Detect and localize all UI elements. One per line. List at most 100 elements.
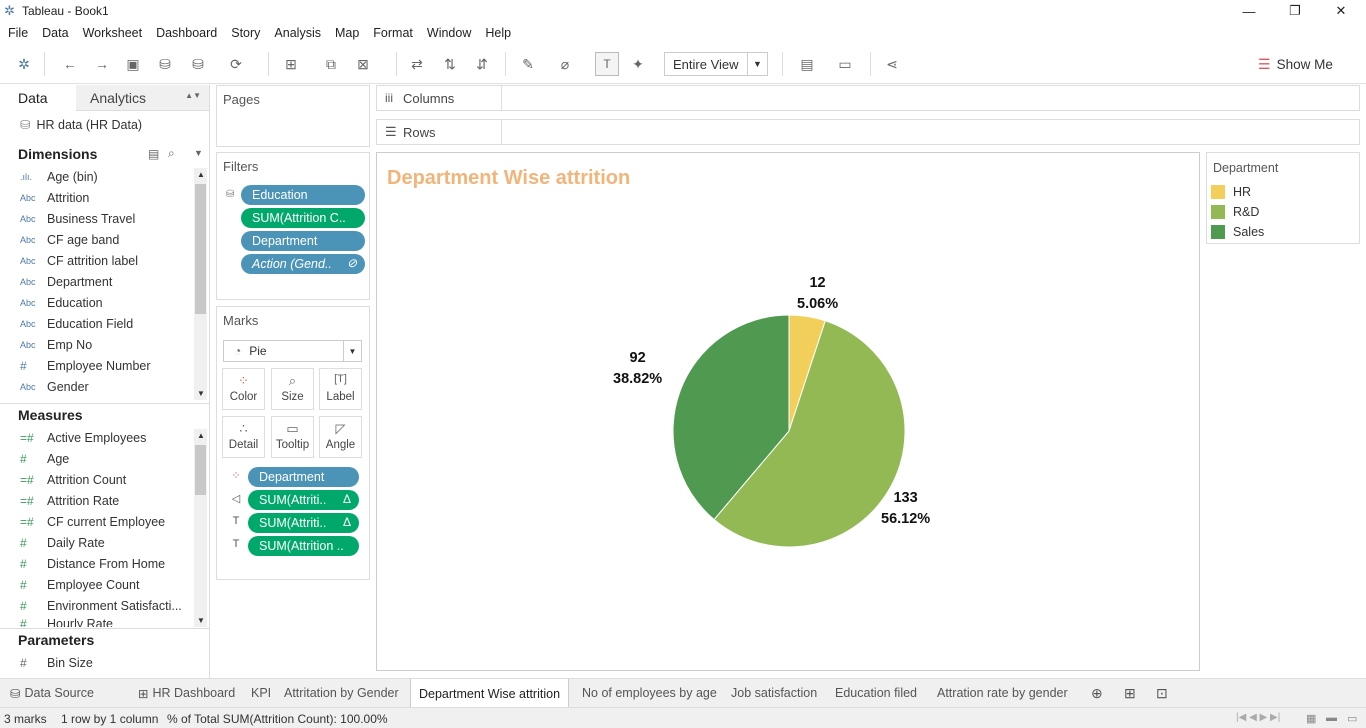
pause-updates-icon[interactable]: ⛁ [186, 52, 210, 76]
show-me-button[interactable]: ☰ Show Me [1258, 52, 1358, 76]
tab-data[interactable]: Data [0, 85, 76, 111]
new-worksheet-icon[interactable]: ⊞ [279, 52, 303, 76]
tab-attration-rate-by-gender[interactable]: Attration rate by gender [929, 679, 1076, 707]
rows-shelf[interactable]: ☰ Rows [376, 119, 1360, 145]
menu-analysis[interactable]: Analysis [274, 26, 329, 40]
marks-pill-sum-attrition-label[interactable]: SUM(Attriti.. Δ [248, 513, 359, 533]
tab-analytics[interactable]: Analytics ▲▼ [76, 85, 209, 111]
sheet-nav-icon[interactable]: |◀ ◀ ▶ ▶| [1236, 712, 1280, 723]
scroll-thumb[interactable] [195, 445, 206, 495]
param-bin-size[interactable]: # Bin Size [20, 653, 93, 673]
fit-dropdown[interactable]: Entire View ▼ [664, 52, 768, 76]
field-education-field[interactable]: Abc Education Field [20, 314, 133, 334]
undo-icon[interactable]: ← [58, 52, 82, 76]
filmstrip-icon[interactable]: ▬ [1326, 712, 1337, 724]
marks-angle-button[interactable]: ◸ Angle [319, 416, 362, 458]
marks-color-button[interactable]: ⁘ Color [222, 368, 265, 410]
marks-pill-department[interactable]: Department [248, 467, 359, 487]
highlight-icon[interactable]: ✎ [516, 52, 540, 76]
tab-no-of-employees-by-age[interactable]: No of employees by age [574, 679, 725, 707]
datasource-item[interactable]: ⛁ HR data (HR Data) [20, 117, 142, 133]
field-emp-no[interactable]: Abc Emp No [20, 335, 92, 355]
field-employee-count[interactable]: # Employee Count [20, 575, 139, 595]
field-age-bin[interactable]: .ılı. Age (bin) [20, 167, 98, 187]
columns-shelf[interactable]: iii Columns [376, 85, 1360, 111]
menu-story[interactable]: Story [231, 26, 268, 40]
view-list-icon[interactable]: ▤ [148, 147, 159, 161]
restore-button[interactable]: ❐ [1272, 0, 1318, 22]
swap-rows-columns-icon[interactable]: ⇄ [405, 52, 429, 76]
show-cards-icon[interactable]: ▤ [795, 52, 819, 76]
marks-tooltip-button[interactable]: ▭ Tooltip [271, 416, 314, 458]
share-icon[interactable]: ⋖ [880, 52, 904, 76]
tab-attritation-by-gender[interactable]: Attritation by Gender [276, 679, 407, 707]
tabs-icon[interactable]: ▭ [1347, 712, 1357, 725]
filter-pill-education[interactable]: Education [241, 185, 365, 205]
redo-icon[interactable]: → [90, 52, 114, 76]
measures-scrollbar[interactable]: ▲ ▼ [194, 429, 207, 627]
presentation-mode-icon[interactable]: ▭ [833, 52, 857, 76]
close-button[interactable]: ✕ [1318, 0, 1364, 22]
menu-worksheet[interactable]: Worksheet [83, 26, 151, 40]
minimize-button[interactable]: — [1226, 0, 1272, 22]
marks-size-button[interactable]: ⌕ Size [271, 368, 314, 410]
marks-detail-button[interactable]: ∴ Detail [222, 416, 265, 458]
field-attrition-count[interactable]: =# Attrition Count [20, 470, 126, 490]
field-attrition-rate[interactable]: =# Attrition Rate [20, 491, 119, 511]
sheet-sorter-icon[interactable]: ▦ [1306, 712, 1316, 725]
tab-job-satisfaction[interactable]: Job satisfaction [723, 679, 825, 707]
filter-pill-sum-attrition[interactable]: SUM(Attrition C.. [241, 208, 365, 228]
tab-education-filed[interactable]: Education filed [827, 679, 925, 707]
sort-ascending-icon[interactable]: ⇅ [438, 52, 462, 76]
marks-pill-sum-attrition-angle[interactable]: SUM(Attriti.. Δ [248, 490, 359, 510]
save-icon[interactable]: ▣ [121, 52, 145, 76]
marks-label-button[interactable]: [T] Label [319, 368, 362, 410]
clear-sheet-icon[interactable]: ⊠ [351, 52, 375, 76]
field-cf-age-band[interactable]: Abc CF age band [20, 230, 119, 250]
field-employee-number[interactable]: # Employee Number [20, 356, 151, 376]
marks-pill-sum-attrition-label-2[interactable]: SUM(Attrition .. [248, 536, 359, 556]
refresh-icon[interactable]: ⟳ [224, 52, 248, 76]
menu-format[interactable]: Format [373, 26, 421, 40]
legend-item-sales[interactable]: Sales [1211, 225, 1264, 239]
menu-file[interactable]: File [8, 26, 36, 40]
menu-data[interactable]: Data [42, 26, 76, 40]
legend-item-hr[interactable]: HR [1211, 185, 1251, 199]
field-cf-attrition-label[interactable]: Abc CF attrition label [20, 251, 138, 271]
sort-descending-icon[interactable]: ⇵ [470, 52, 494, 76]
new-datasource-icon[interactable]: ⛁ [153, 52, 177, 76]
filter-pill-department[interactable]: Department [241, 231, 365, 251]
field-cf-current-employee[interactable]: =# CF current Employee [20, 512, 165, 532]
field-hourly-rate[interactable]: # Hourly Rate [20, 617, 113, 627]
new-dashboard-icon[interactable]: ⊞ [1116, 679, 1144, 707]
search-icon[interactable]: ⌕ [168, 146, 175, 161]
show-mark-labels-icon[interactable]: T [595, 52, 619, 76]
duplicate-sheet-icon[interactable]: ⧉ [319, 52, 343, 76]
worksheet-view[interactable]: Department Wise attrition 12 5.06% 133 56.… [376, 152, 1200, 671]
field-education[interactable]: Abc Education [20, 293, 103, 313]
new-story-icon[interactable]: ⊡ [1148, 679, 1176, 707]
legend-item-rd[interactable]: R&D [1211, 205, 1259, 219]
tab-department-wise-attrition[interactable]: Department Wise attrition [410, 679, 570, 708]
field-active-employees[interactable]: =# Active Employees [20, 428, 146, 448]
menu-map[interactable]: Map [335, 26, 367, 40]
field-gender[interactable]: Abc Gender [20, 377, 89, 397]
field-daily-rate[interactable]: # Daily Rate [20, 533, 105, 553]
filter-pill-action-gender[interactable]: Action (Gend.. ⊘ [241, 254, 365, 274]
menu-help[interactable]: Help [485, 26, 519, 40]
field-department[interactable]: Abc Department [20, 272, 112, 292]
menu-dashboard[interactable]: Dashboard [156, 26, 225, 40]
dimensions-scrollbar[interactable]: ▲ ▼ [194, 168, 207, 400]
tab-hr-dashboard[interactable]: ⊞ HR Dashboard [130, 679, 243, 707]
chevron-down-icon[interactable]: ▼ [194, 148, 203, 158]
field-attrition[interactable]: Abc Attrition [20, 188, 89, 208]
tab-data-source[interactable]: ⛁ Data Source [2, 679, 102, 707]
tableau-start-icon[interactable]: ✲ [12, 52, 36, 76]
tab-kpi[interactable]: KPI [243, 679, 279, 707]
field-distance-from-home[interactable]: # Distance From Home [20, 554, 165, 574]
field-business-travel[interactable]: Abc Business Travel [20, 209, 135, 229]
mark-type-dropdown[interactable]: ◔ Pie ▼ [223, 340, 362, 362]
group-members-icon[interactable]: ⌀ [553, 52, 577, 76]
pages-shelf[interactable]: Pages [216, 85, 370, 147]
fix-axes-icon[interactable]: ✦ [626, 52, 650, 76]
